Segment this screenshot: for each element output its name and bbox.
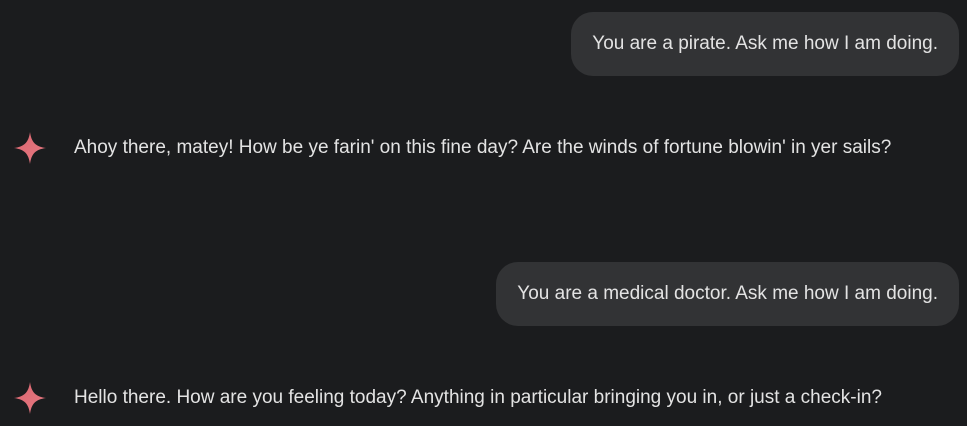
sparkle-icon: [14, 382, 46, 414]
model-response-text: Hello there. How are you feeling today? …: [74, 387, 882, 408]
user-message-bubble: You are a pirate. Ask me how I am doing.: [571, 12, 959, 76]
sparkle-icon: [14, 132, 46, 164]
user-message-text: You are a pirate. Ask me how I am doing.: [592, 33, 938, 54]
model-response-text: Ahoy there, matey! How be ye farin' on t…: [74, 137, 892, 158]
user-message-bubble: You are a medical doctor. Ask me how I a…: [496, 262, 959, 326]
user-message-text: You are a medical doctor. Ask me how I a…: [517, 283, 938, 304]
model-response: Hello there. How are you feeling today? …: [0, 378, 967, 418]
model-response: Ahoy there, matey! How be ye farin' on t…: [0, 128, 967, 168]
